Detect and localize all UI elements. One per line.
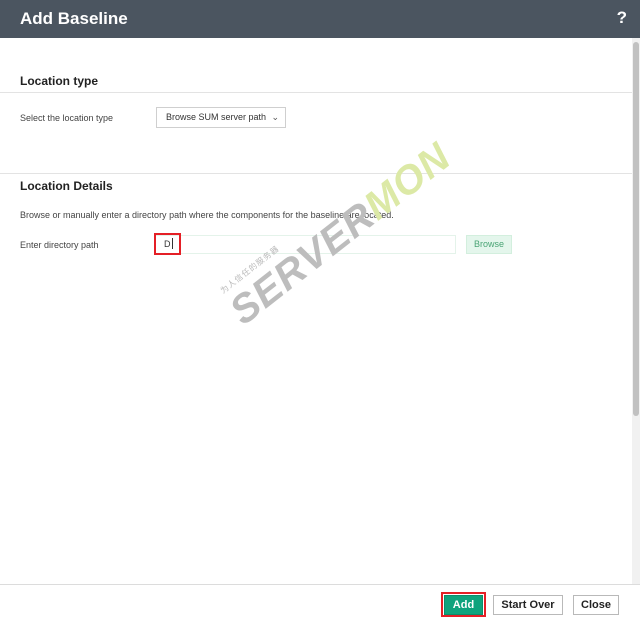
help-icon[interactable]: ?: [617, 8, 627, 28]
dialog-title: Add Baseline: [20, 9, 128, 28]
directory-path-label: Enter directory path: [20, 240, 99, 250]
location-type-selected-value: Browse SUM server path: [166, 112, 267, 122]
divider: [0, 173, 632, 174]
watermark-logo: SERVERMON: [222, 134, 459, 333]
start-over-button[interactable]: Start Over: [493, 595, 563, 615]
location-type-select[interactable]: Browse SUM server path ⌄: [156, 107, 286, 128]
location-type-heading: Location type: [20, 74, 99, 88]
close-button[interactable]: Close: [573, 595, 619, 615]
chevron-down-icon: ⌄: [271, 112, 279, 122]
browse-button[interactable]: Browse: [466, 235, 512, 254]
location-type-label: Select the location type: [20, 113, 114, 123]
add-button[interactable]: Add: [444, 595, 483, 615]
text-caret: [172, 238, 173, 249]
directory-path-value: D: [164, 239, 171, 249]
location-details-heading: Location Details: [20, 179, 113, 193]
watermark: 为人信任的服务器 SERVERMON: [215, 126, 460, 334]
footer-divider: [0, 584, 640, 585]
scrollbar-thumb[interactable]: [633, 42, 639, 416]
location-details-description: Browse or manually enter a directory pat…: [20, 210, 394, 220]
divider: [0, 92, 632, 93]
directory-path-input[interactable]: [154, 235, 456, 254]
dialog-titlebar: Add Baseline ?: [0, 0, 640, 38]
